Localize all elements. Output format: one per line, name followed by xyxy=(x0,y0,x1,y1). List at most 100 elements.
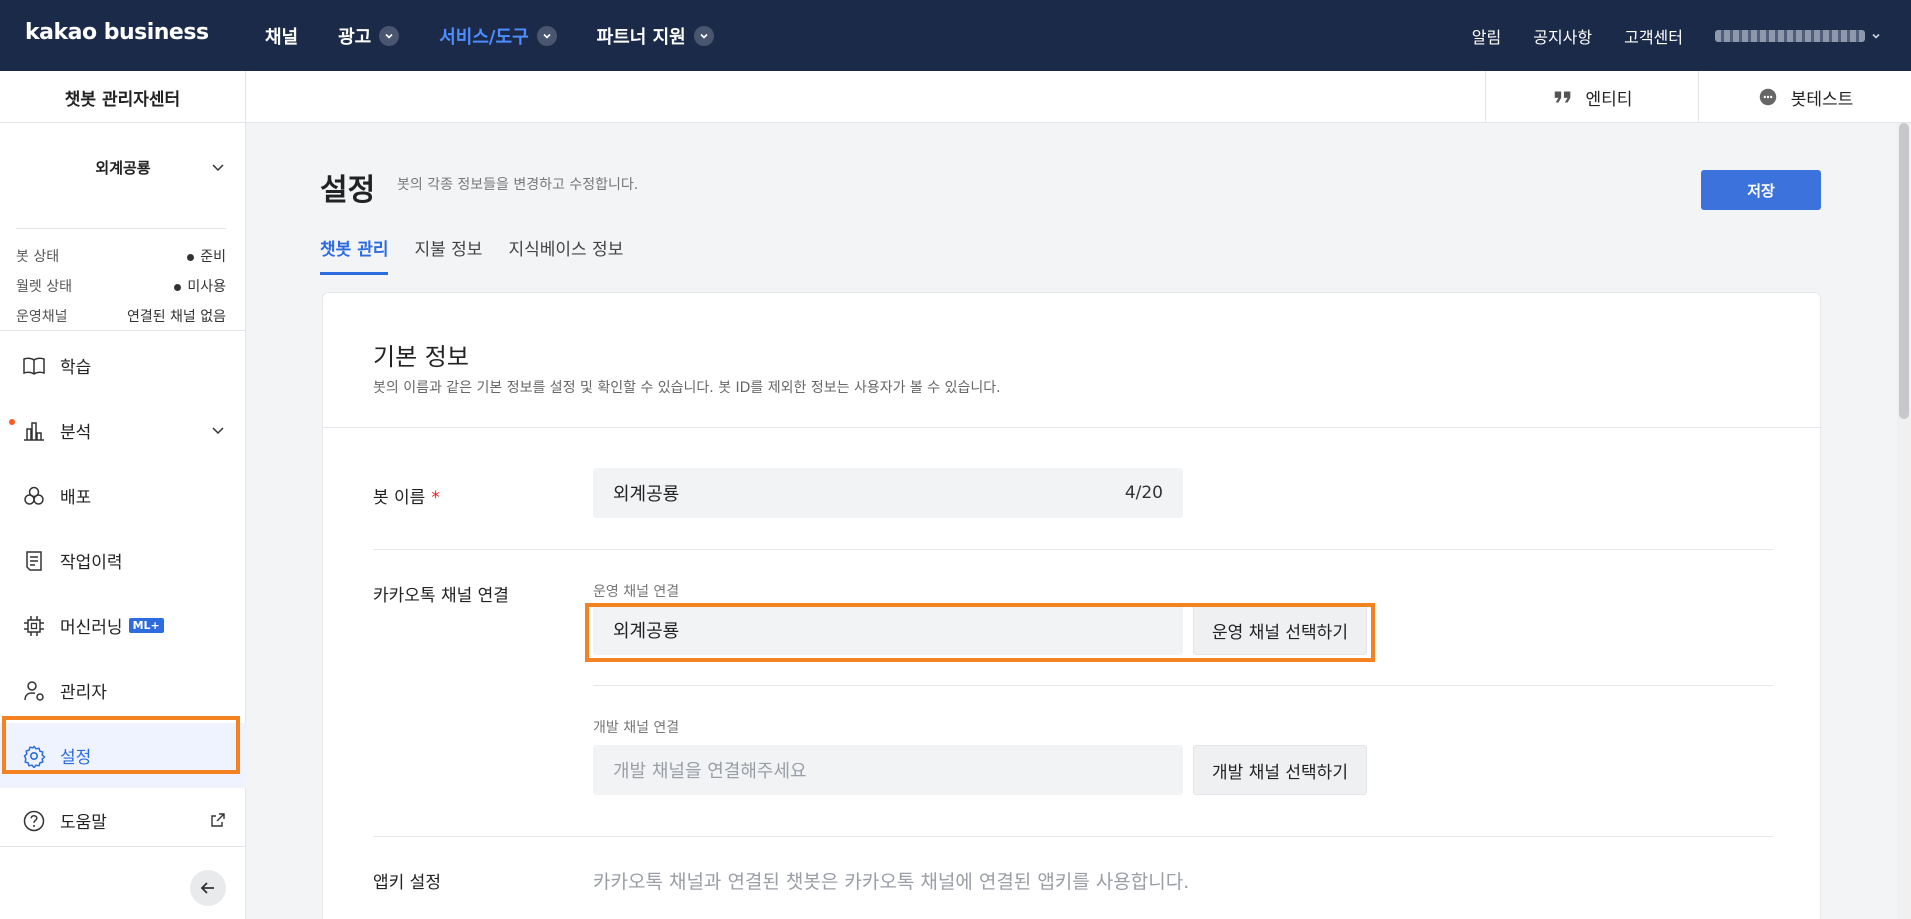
book-icon xyxy=(23,357,45,375)
select-dev-channel-button[interactable]: 개발 채널 선택하기 xyxy=(1193,745,1367,795)
document-icon xyxy=(26,550,42,571)
chevron-down-icon xyxy=(1872,33,1880,39)
sidebar-item-label: 학습 xyxy=(60,358,92,378)
chevron-down-icon xyxy=(693,25,714,46)
sidebar-item-analysis[interactable]: 분석 xyxy=(0,398,246,463)
sidebar-item-machine-learning[interactable]: 머신러닝 ML+ xyxy=(0,593,246,658)
bot-selector[interactable]: 외계공룡 xyxy=(0,123,246,211)
arrow-left-icon xyxy=(200,882,214,894)
divider xyxy=(323,427,1822,428)
nav-item-ads[interactable]: 광고 xyxy=(338,23,400,49)
appkey-description: 카카오톡 채널과 연결된 챗봇은 카카오톡 채널에 연결된 앱키를 사용합니다. xyxy=(593,871,1190,893)
section-description: 봇의 이름과 같은 기본 정보를 설정 및 확인할 수 있습니다. 봇 ID를 … xyxy=(373,380,1001,396)
new-dot xyxy=(9,419,15,425)
top-navigation: kakao business 채널 광고 서비스/도구 파트너 지원 알림 공지… xyxy=(0,0,1911,71)
status-label: 월렛 상태 xyxy=(16,279,72,295)
nav-customer-center[interactable]: 고객센터 xyxy=(1624,24,1683,48)
chat-bubble-icon xyxy=(1759,88,1776,106)
nav-item-label: 채널 xyxy=(265,26,299,48)
bot-test-button[interactable]: 봇테스트 xyxy=(1698,71,1911,123)
required-mark: * xyxy=(431,488,440,508)
op-channel-highlight-box xyxy=(585,603,1375,662)
status-dot xyxy=(187,253,195,261)
nav-item-label: 서비스/도구 xyxy=(439,26,529,48)
tab-chatbot-management[interactable]: 챗봇 관리 xyxy=(320,235,389,275)
status-label: 운영채널 xyxy=(16,309,68,325)
nav-notices[interactable]: 공지사항 xyxy=(1533,24,1592,48)
status-value-text: 준비 xyxy=(200,249,226,265)
nav-item-label: 광고 xyxy=(338,26,372,48)
main-scrollbar[interactable] xyxy=(1897,123,1911,919)
char-counter: 4/20 xyxy=(1124,483,1163,503)
admin-center-title: 챗봇 관리자센터 xyxy=(0,71,246,123)
chevron-down-icon xyxy=(212,427,224,435)
chevron-down-icon xyxy=(379,25,400,46)
deploy-icon xyxy=(24,486,44,505)
bot-status-block: 봇 상태 준비 월렛 상태 미사용 운영채널 연결된 채널 없음 xyxy=(16,228,226,331)
status-value: 미사용 xyxy=(174,276,226,296)
sidebar-item-label: 분석 xyxy=(60,423,92,443)
sidebar-item-label: 관리자 xyxy=(60,683,107,703)
status-row-channel: 운영채널 연결된 채널 없음 xyxy=(16,301,226,331)
ml-plus-badge: ML+ xyxy=(128,618,164,633)
sub-tools: 엔티티 봇테스트 xyxy=(1485,71,1911,123)
sidebar-item-deploy[interactable]: 배포 xyxy=(0,463,246,528)
dev-channel-label: 개발 채널 연결 xyxy=(593,720,680,736)
bot-name-input[interactable]: 외계공룡 4/20 xyxy=(593,468,1183,518)
nav-item-partner[interactable]: 파트너 지원 xyxy=(597,23,714,49)
divider xyxy=(0,330,246,331)
status-label: 봇 상태 xyxy=(16,249,60,265)
chip-icon xyxy=(24,615,44,636)
nav-item-label: 파트너 지원 xyxy=(596,26,686,48)
page-description: 봇의 각종 정보들을 변경하고 수정합니다. xyxy=(397,177,639,193)
bot-name: 외계공룡 xyxy=(95,158,151,177)
nav-item-services[interactable]: 서비스/도구 xyxy=(439,23,557,49)
status-value-text: 연결된 채널 없음 xyxy=(126,309,226,325)
account-menu[interactable] xyxy=(1715,29,1881,42)
channel-connect-label: 카카오톡 채널 연결 xyxy=(373,586,509,606)
bot-name-label: 봇 이름 * xyxy=(373,483,440,508)
sidebar-item-history[interactable]: 작업이력 xyxy=(0,528,246,593)
sidebar-item-label: 머신러닝 xyxy=(60,618,123,638)
status-row-wallet: 월렛 상태 미사용 xyxy=(16,271,226,301)
nav-item-channel[interactable]: 채널 xyxy=(265,23,298,49)
account-email-redacted xyxy=(1715,29,1865,42)
tab-knowledge-base[interactable]: 지식베이스 정보 xyxy=(508,235,623,275)
sidebar-item-label: 작업이력 xyxy=(60,553,123,573)
page-title: 설정 xyxy=(320,173,376,208)
nav-notifications[interactable]: 알림 xyxy=(1472,24,1501,48)
settings-tabs: 챗봇 관리 지불 정보 지식베이스 정보 xyxy=(320,235,649,275)
help-icon xyxy=(23,810,45,831)
sidebar: 외계공룡 봇 상태 준비 월렛 상태 미사용 운영채널 연결된 채널 없음 학습… xyxy=(0,123,246,919)
main-nav: 채널 광고 서비스/도구 파트너 지원 xyxy=(265,0,754,71)
sidebar-item-label: 배포 xyxy=(60,488,92,508)
bot-name-value: 외계공룡 xyxy=(613,484,680,505)
collapse-sidebar-button[interactable] xyxy=(190,870,226,906)
user-gear-icon xyxy=(24,680,44,701)
sidebar-item-learning[interactable]: 학습 xyxy=(0,333,246,398)
sidebar-menu: 학습 분석 배포 작업이력 머신러닝 ML+ 관리자 설정 도움말 xyxy=(0,333,246,853)
divider xyxy=(593,685,1773,686)
bot-test-label: 봇테스트 xyxy=(1790,89,1854,110)
chevron-down-icon xyxy=(212,164,224,172)
status-value: 준비 xyxy=(187,246,226,266)
basic-info-card: 기본 정보 봇의 이름과 같은 기본 정보를 설정 및 확인할 수 있습니다. … xyxy=(322,292,1822,919)
kakao-business-logo[interactable]: kakao business xyxy=(25,20,209,45)
sidebar-item-admin[interactable]: 관리자 xyxy=(0,658,246,723)
status-dot xyxy=(174,283,182,291)
save-button[interactable]: 저장 xyxy=(1701,170,1821,210)
dev-channel-field[interactable]: 개발 채널을 연결해주세요 xyxy=(593,745,1183,795)
section-title: 기본 정보 xyxy=(373,343,469,371)
utility-nav: 알림 공지사항 고객센터 xyxy=(1440,0,1881,71)
divider xyxy=(373,549,1773,550)
bar-chart-icon xyxy=(24,421,44,441)
sidebar-item-label: 도움말 xyxy=(60,813,107,833)
entity-button[interactable]: 엔티티 xyxy=(1485,71,1698,123)
appkey-label: 앱키 설정 xyxy=(373,873,441,893)
sidebar-item-help[interactable]: 도움말 xyxy=(0,788,246,853)
sub-header: 챗봇 관리자센터 엔티티 봇테스트 xyxy=(0,71,1911,123)
status-row-bot: 봇 상태 준비 xyxy=(16,241,226,271)
bot-name-label-text: 봇 이름 xyxy=(373,488,426,508)
scrollbar-thumb[interactable] xyxy=(1899,123,1909,419)
tab-payment-info[interactable]: 지불 정보 xyxy=(414,235,482,275)
